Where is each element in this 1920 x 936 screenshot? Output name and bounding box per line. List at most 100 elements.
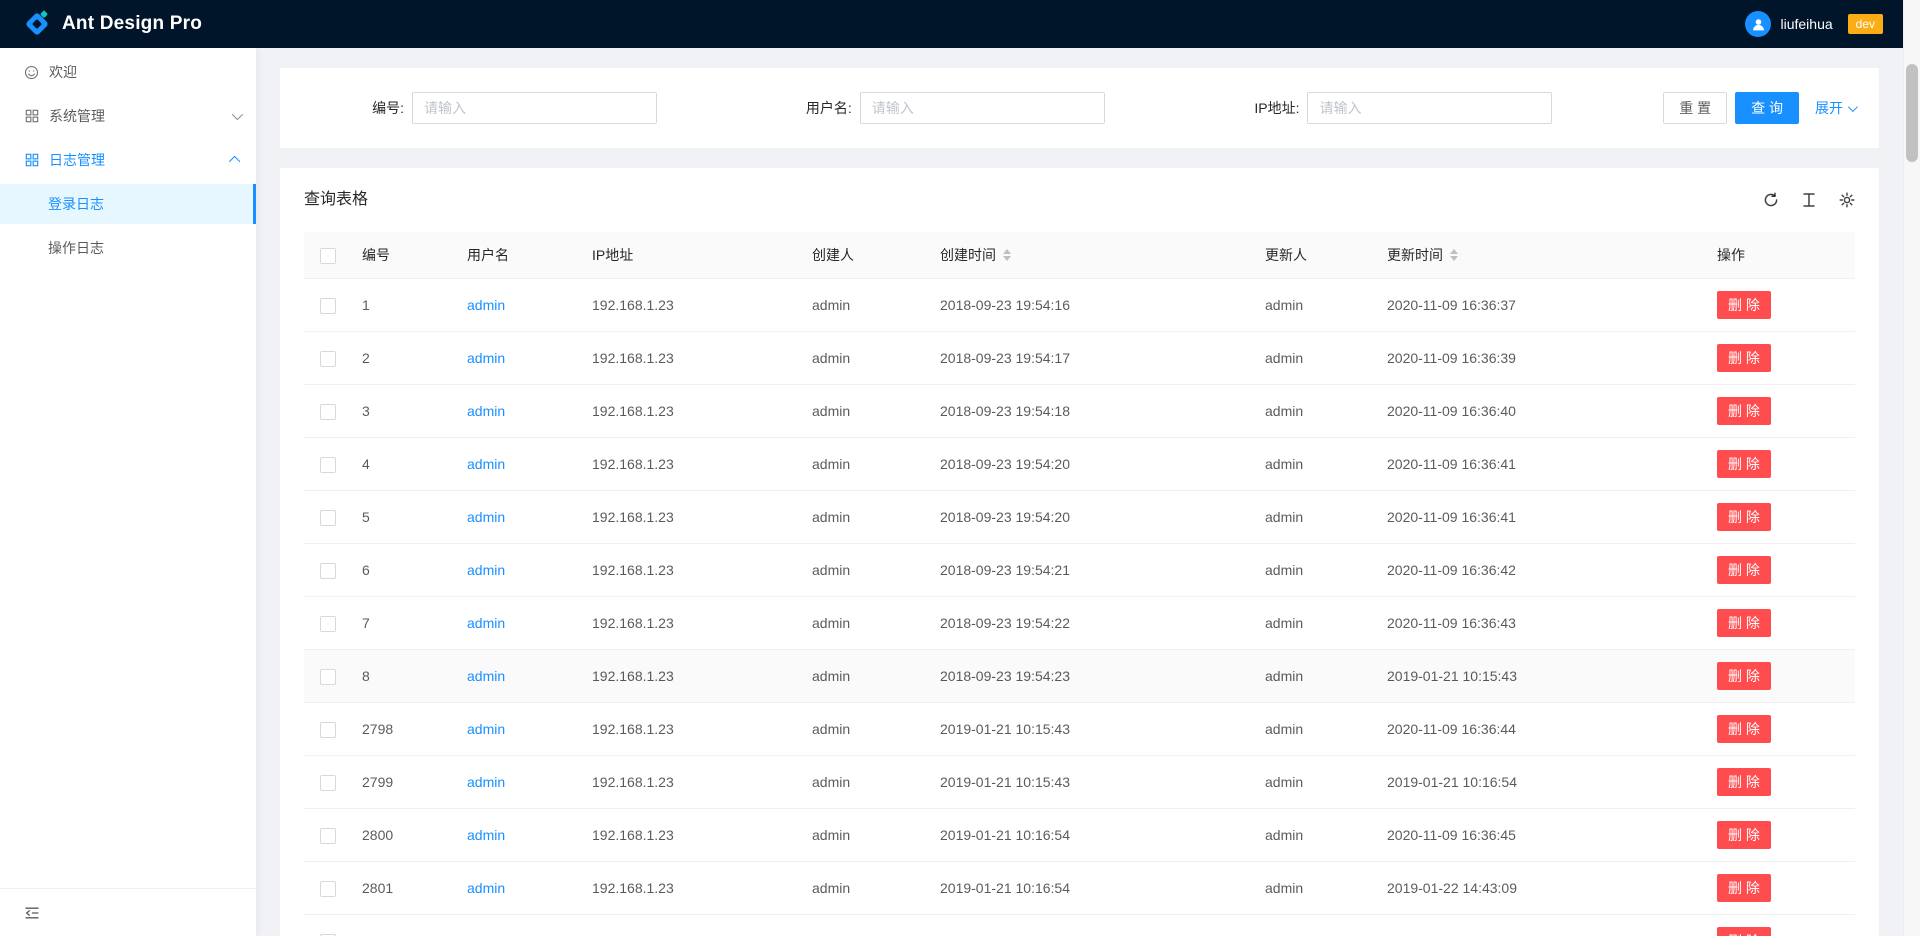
row-checkbox[interactable] bbox=[320, 298, 336, 314]
cell-update-time: 2020-11-09 16:36:37 bbox=[1379, 279, 1709, 332]
username-link[interactable]: admin bbox=[467, 880, 505, 896]
reload-icon[interactable] bbox=[1763, 192, 1779, 208]
reset-button[interactable]: 重 置 bbox=[1663, 92, 1727, 124]
id-input[interactable] bbox=[412, 92, 657, 124]
username-link[interactable]: admin bbox=[467, 827, 505, 843]
cell-id: 2799 bbox=[354, 756, 459, 809]
delete-button[interactable]: 删 除 bbox=[1717, 927, 1771, 936]
sort-icon[interactable] bbox=[1003, 249, 1011, 261]
user-avatar[interactable] bbox=[1745, 11, 1771, 37]
select-all-checkbox[interactable] bbox=[320, 248, 336, 264]
filter-form: 编号: 用户名: IP地址: bbox=[304, 92, 1647, 124]
sidebar-item-welcome[interactable]: 欢迎 bbox=[0, 52, 256, 92]
column-header-create-time[interactable]: 创建时间 bbox=[932, 232, 1257, 279]
row-checkbox[interactable] bbox=[320, 669, 336, 685]
logo-area[interactable]: Ant Design Pro bbox=[22, 9, 202, 39]
delete-button[interactable]: 删 除 bbox=[1717, 768, 1771, 796]
username-link[interactable]: admin bbox=[467, 774, 505, 790]
sidebar-item-system-management[interactable]: 系统管理 bbox=[0, 96, 256, 136]
user-name[interactable]: liufeihua bbox=[1780, 16, 1832, 32]
cell-id: 1 bbox=[354, 279, 459, 332]
cell-create-time: 2018-09-23 19:54:22 bbox=[932, 597, 1257, 650]
filter-item-id: 编号: bbox=[304, 92, 752, 124]
delete-button[interactable]: 删 除 bbox=[1717, 821, 1771, 849]
page-scrollbar-thumb[interactable] bbox=[1906, 64, 1918, 162]
username-link[interactable]: admin bbox=[467, 509, 505, 525]
cell-creator: admin bbox=[804, 597, 932, 650]
filter-item-username: 用户名: bbox=[752, 92, 1200, 124]
cell-id: 2801 bbox=[354, 862, 459, 915]
sidebar-footer bbox=[0, 888, 256, 936]
delete-button[interactable]: 删 除 bbox=[1717, 450, 1771, 478]
cell-updater: admin bbox=[1257, 703, 1379, 756]
row-checkbox[interactable] bbox=[320, 404, 336, 420]
username-link[interactable]: admin bbox=[467, 350, 505, 366]
delete-button[interactable]: 删 除 bbox=[1717, 397, 1771, 425]
cell-ip-address: 192.168.1.23 bbox=[584, 332, 804, 385]
cell-update-time: 2020-11-09 16:36:41 bbox=[1379, 438, 1709, 491]
cell-creator: admin bbox=[804, 491, 932, 544]
row-checkbox[interactable] bbox=[320, 722, 336, 738]
filter-card: 编号: 用户名: IP地址: 重 置 查 询 展开 bbox=[280, 68, 1879, 148]
sidebar-item-login-log[interactable]: 登录日志 bbox=[0, 184, 256, 224]
cell-id: 2798 bbox=[354, 703, 459, 756]
username-input[interactable] bbox=[860, 92, 1105, 124]
table-row: 1 admin 192.168.1.23 admin 2018-09-23 19… bbox=[304, 279, 1855, 332]
top-header: Ant Design Pro liufeihua dev bbox=[0, 0, 1903, 48]
row-checkbox[interactable] bbox=[320, 563, 336, 579]
row-checkbox[interactable] bbox=[320, 457, 336, 473]
row-checkbox[interactable] bbox=[320, 775, 336, 791]
row-checkbox[interactable] bbox=[320, 351, 336, 367]
delete-button[interactable]: 删 除 bbox=[1717, 556, 1771, 584]
table-row: 2800 admin 192.168.1.23 admin 2019-01-21… bbox=[304, 809, 1855, 862]
username-link[interactable]: admin bbox=[467, 297, 505, 313]
expand-toggle[interactable]: 展开 bbox=[1815, 98, 1855, 118]
username-link[interactable]: admin bbox=[467, 562, 505, 578]
cell-create-time: 2018-09-23 19:54:18 bbox=[932, 385, 1257, 438]
delete-button[interactable]: 删 除 bbox=[1717, 503, 1771, 531]
search-button[interactable]: 查 询 bbox=[1735, 92, 1799, 124]
delete-button[interactable]: 删 除 bbox=[1717, 715, 1771, 743]
delete-button[interactable]: 删 除 bbox=[1717, 662, 1771, 690]
cell-updater: admin bbox=[1257, 915, 1379, 936]
appstore-icon bbox=[24, 153, 39, 167]
setting-icon[interactable] bbox=[1839, 192, 1855, 208]
sidebar-item-operation-log[interactable]: 操作日志 bbox=[0, 228, 256, 268]
row-checkbox[interactable] bbox=[320, 510, 336, 526]
delete-button[interactable]: 删 除 bbox=[1717, 609, 1771, 637]
ip-input[interactable] bbox=[1307, 92, 1552, 124]
page-scrollbar-track[interactable] bbox=[1903, 0, 1920, 936]
username-link[interactable]: admin bbox=[467, 721, 505, 737]
cell-creator: admin bbox=[804, 809, 932, 862]
cell-creator: admin bbox=[804, 385, 932, 438]
query-table: 编号 用户名 IP地址 创建人 创建时间 更新人 更新时间 bbox=[304, 232, 1855, 936]
menu-fold-icon[interactable] bbox=[24, 905, 40, 921]
sidebar-menu: 欢迎 系统管理 bbox=[0, 48, 256, 888]
username-link[interactable]: admin bbox=[467, 668, 505, 684]
username-link[interactable]: admin bbox=[467, 615, 505, 631]
delete-button[interactable]: 删 除 bbox=[1717, 291, 1771, 319]
table-row: 2 admin 192.168.1.23 admin 2018-09-23 19… bbox=[304, 332, 1855, 385]
row-checkbox[interactable] bbox=[320, 881, 336, 897]
sidebar-item-label: 日志管理 bbox=[49, 150, 105, 170]
cell-create-time: 2018-09-23 19:54:21 bbox=[932, 544, 1257, 597]
cell-updater: admin bbox=[1257, 597, 1379, 650]
row-checkbox[interactable] bbox=[320, 828, 336, 844]
cell-id: 2 bbox=[354, 332, 459, 385]
appstore-icon bbox=[24, 109, 39, 123]
cell-create-time: 2018-09-23 19:54:20 bbox=[932, 438, 1257, 491]
sidebar-item-log-management[interactable]: 日志管理 bbox=[0, 140, 256, 180]
delete-button[interactable]: 删 除 bbox=[1717, 874, 1771, 902]
username-link[interactable]: admin bbox=[467, 456, 505, 472]
username-link[interactable]: admin bbox=[467, 403, 505, 419]
sort-icon[interactable] bbox=[1450, 249, 1458, 261]
cell-id: 4 bbox=[354, 438, 459, 491]
row-checkbox[interactable] bbox=[320, 616, 336, 632]
delete-button[interactable]: 删 除 bbox=[1717, 344, 1771, 372]
smile-icon bbox=[24, 65, 39, 80]
cell-create-time: 2018-09-23 19:54:20 bbox=[932, 491, 1257, 544]
column-header-update-time[interactable]: 更新时间 bbox=[1379, 232, 1709, 279]
table-row: 5 admin 192.168.1.23 admin 2018-09-23 19… bbox=[304, 491, 1855, 544]
column-height-icon[interactable] bbox=[1801, 192, 1817, 208]
header-user-area[interactable]: liufeihua dev bbox=[1745, 11, 1883, 37]
